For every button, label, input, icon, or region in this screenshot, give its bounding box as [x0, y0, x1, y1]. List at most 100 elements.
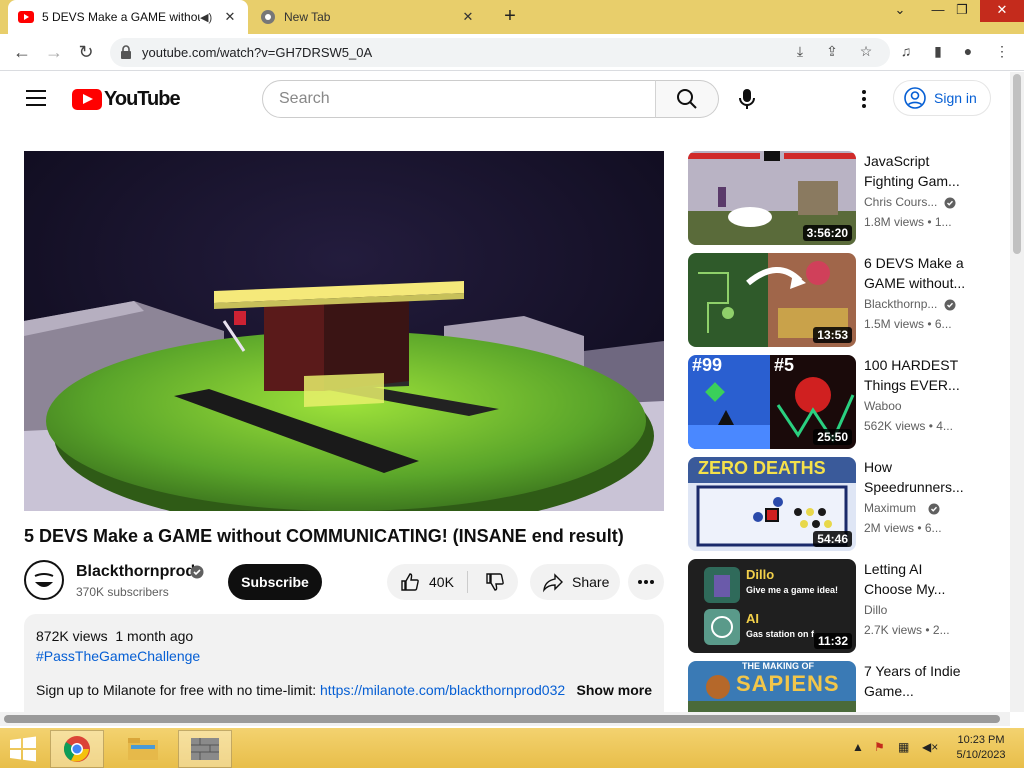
recommendation-thumbnail[interactable]: 3:56:20 — [688, 151, 856, 245]
video-owner-row: Blackthornprod 370K subscribers Subscrib… — [24, 560, 664, 600]
reload-icon[interactable]: ↻ — [74, 41, 98, 65]
tab-close-icon[interactable]: ✕ — [460, 9, 476, 25]
thumb-label-sapiens: SAPIENS — [736, 671, 840, 696]
action-center-flag-icon[interactable]: ⚑ — [874, 740, 885, 754]
subscribe-button[interactable]: Subscribe — [228, 564, 322, 600]
back-arrow-icon[interactable]: ← — [10, 41, 34, 65]
recommendation-thumbnail[interactable]: ZERO DEATHS 54:46 — [688, 457, 856, 551]
bookmark-star-icon[interactable]: ☆ — [856, 43, 876, 63]
tab-audio-icon[interactable]: ◀︎) — [200, 11, 214, 24]
vertical-scroll-thumb[interactable] — [1013, 74, 1021, 254]
clock-time: 10:23 PM — [957, 734, 1005, 746]
chrome-favicon-icon — [261, 10, 275, 24]
milanote-link[interactable]: https://milanote.com/blackthornprod032 — [320, 682, 565, 698]
verified-badge-icon — [944, 299, 956, 311]
recommendation-title[interactable]: How Speedrunners... — [864, 457, 974, 497]
horizontal-scroll-thumb[interactable] — [4, 715, 1000, 723]
restore-button[interactable]: ❐ — [942, 0, 982, 22]
tab-new-tab[interactable]: New Tab ✕ — [250, 0, 486, 34]
recommendation-thumbnail[interactable]: THE MAKING OF SAPIENS — [688, 661, 856, 712]
recommendation-channel[interactable]: Chris Cours... — [864, 195, 937, 209]
share-page-icon[interactable]: ⇪ — [822, 43, 842, 63]
microphone-icon[interactable] — [734, 86, 760, 112]
taskbar-file-explorer[interactable] — [116, 730, 170, 768]
clock-date: 5/10/2023 — [956, 749, 1006, 761]
tab-close-icon[interactable]: ✕ — [222, 9, 238, 25]
video-duration: 54:46 — [813, 531, 852, 547]
recommendation-title[interactable]: 7 Years of Indie Game... — [864, 661, 974, 701]
share-button[interactable]: Share — [530, 564, 620, 600]
taskbar-app-window[interactable] — [178, 730, 232, 768]
video-player[interactable] — [24, 151, 664, 511]
folder-icon — [128, 738, 158, 760]
forward-arrow-icon[interactable]: → — [42, 41, 66, 65]
recommendation-meta: 2.7K views • 2... — [864, 623, 950, 637]
media-control-icon[interactable]: ♫ — [896, 43, 916, 63]
like-button[interactable]: 40K — [387, 564, 467, 600]
vertical-scrollbar[interactable] — [1010, 72, 1024, 712]
like-count: 40K — [429, 574, 454, 590]
logo-text: YouTube — [104, 88, 181, 110]
taskbar-chrome[interactable] — [50, 730, 104, 768]
recommendation-item[interactable]: THE MAKING OF SAPIENS 7 Years of Indie G… — [688, 661, 998, 712]
search-input[interactable]: Search — [262, 80, 656, 118]
recommendation-title[interactable]: 100 HARDEST Things EVER... — [864, 355, 974, 395]
video-description[interactable]: 872K views 1 month ago #PassTheGameChall… — [24, 614, 664, 724]
recommendation-thumbnail[interactable]: 13:53 — [688, 253, 856, 347]
recommendation-title[interactable]: JavaScript Fighting Gam... — [864, 151, 974, 191]
more-actions-button[interactable] — [628, 564, 664, 600]
thumb-label-zero-deaths: ZERO DEATHS — [698, 458, 826, 478]
close-window-button[interactable]: ✕ — [980, 0, 1024, 22]
channel-name[interactable]: Blackthornprod — [76, 563, 195, 581]
verified-badge-icon — [944, 197, 956, 209]
address-bar[interactable]: youtube.com/watch?v=GH7DRSW5_0A ⤓ ⇪ ☆ — [110, 38, 890, 67]
recommendation-meta: 1.5M views • 6... — [864, 317, 952, 331]
tab-title: 5 DEVS Make a GAME withou — [42, 10, 200, 24]
new-tab-button[interactable]: + — [498, 5, 522, 29]
recommendation-channel[interactable]: Maximum — [864, 501, 916, 515]
youtube-logo[interactable]: YouTube — [72, 88, 181, 111]
volume-muted-icon[interactable]: ◀× — [922, 740, 938, 754]
recommendation-item[interactable]: Dillo Give me a game idea! AI Gas statio… — [688, 559, 998, 653]
recommendation-item[interactable]: #99 #5 25:50 100 HARDEST Things EVER... … — [688, 355, 998, 449]
sign-in-button[interactable]: Sign in — [893, 80, 991, 116]
recommendation-channel[interactable]: Blackthornp... — [864, 297, 937, 311]
side-panel-icon[interactable]: ▮ — [928, 43, 948, 63]
dislike-button[interactable] — [473, 564, 517, 600]
recommendation-item[interactable]: 3:56:20 JavaScript Fighting Gam... Chris… — [688, 151, 998, 245]
search-button[interactable] — [655, 80, 719, 118]
install-app-icon[interactable]: ⤓ — [790, 43, 810, 63]
profile-icon[interactable]: ● — [958, 43, 978, 63]
recommendation-title[interactable]: Letting AI Choose My... — [864, 559, 974, 599]
recommendation-channel[interactable]: Waboo — [864, 399, 902, 413]
lock-icon — [121, 45, 131, 59]
more-horizontal-icon — [638, 580, 654, 584]
hashtag-link[interactable]: #PassTheGameChallenge — [36, 648, 652, 664]
recommendation-thumbnail[interactable]: #99 #5 25:50 — [688, 355, 856, 449]
youtube-favicon-icon — [18, 11, 34, 23]
recommendation-meta: 1.8M views • 1... — [864, 215, 952, 229]
horizontal-scrollbar[interactable] — [0, 712, 1010, 726]
browser-menu-icon[interactable]: ⋮ — [992, 43, 1012, 63]
system-clock[interactable]: 10:23 PM 5/10/2023 — [950, 733, 1012, 763]
recommendation-title[interactable]: 6 DEVS Make a GAME without... — [864, 253, 974, 293]
channel-avatar-face-icon — [27, 563, 61, 597]
recommendation-channel[interactable]: Dillo — [864, 603, 887, 617]
windows-start-icon[interactable] — [8, 736, 38, 762]
like-divider — [467, 571, 468, 593]
thumb-label-dillo: Dillo — [746, 567, 775, 582]
tray-overflow-chevron-icon[interactable]: ▲ — [852, 740, 864, 754]
channel-avatar[interactable] — [24, 560, 64, 600]
network-icon[interactable]: ▦ — [898, 740, 909, 754]
verified-badge-icon — [190, 565, 204, 579]
recommendation-item[interactable]: 13:53 6 DEVS Make a GAME without... Blac… — [688, 253, 998, 347]
tab-search-chevron-icon[interactable]: ⌄ — [880, 0, 920, 22]
sign-in-label: Sign in — [934, 90, 977, 106]
recommendation-item[interactable]: ZERO DEATHS 54:46 How Speedrunners... Ma… — [688, 457, 998, 551]
recommendation-thumbnail[interactable]: Dillo Give me a game idea! AI Gas statio… — [688, 559, 856, 653]
description-text: Sign up to Milanote for free with no tim… — [36, 682, 321, 698]
tab-youtube[interactable]: 5 DEVS Make a GAME withou ◀︎) ✕ — [8, 0, 248, 34]
menu-hamburger-icon[interactable] — [26, 90, 46, 106]
show-more-button[interactable]: Show more — [572, 682, 652, 698]
settings-kebab-icon[interactable] — [856, 88, 872, 110]
